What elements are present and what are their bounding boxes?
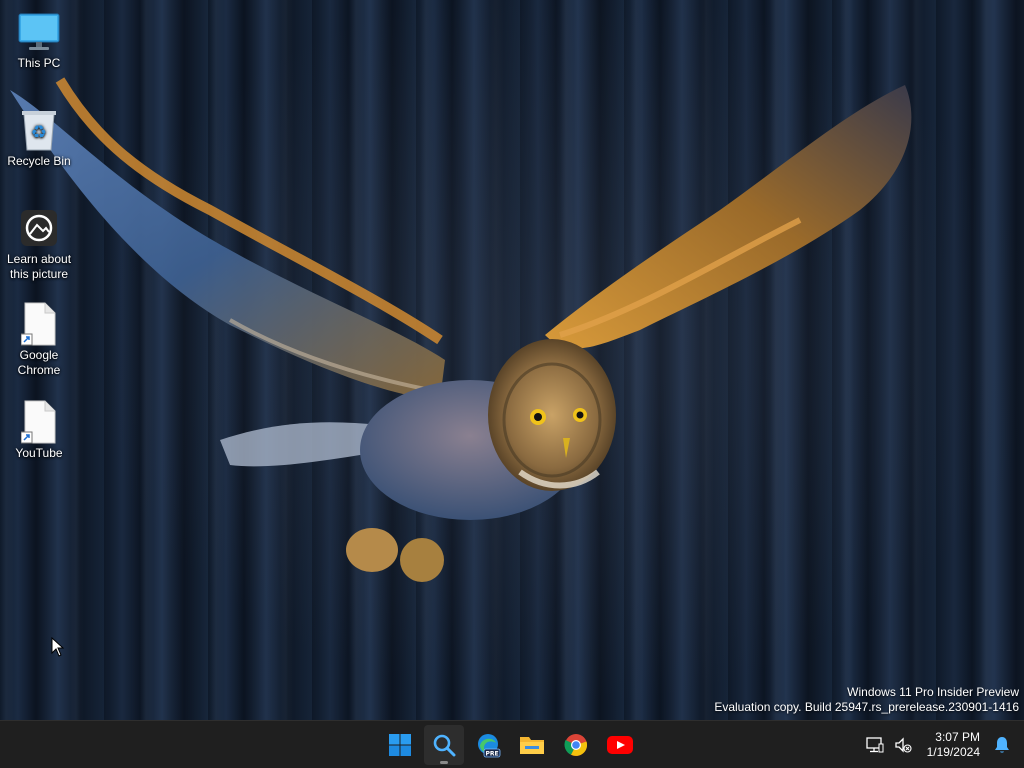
- desktop-icon-learn-about-this-picture[interactable]: Learn about this picture: [4, 206, 74, 282]
- taskbar: PRE 3:07 PM 1/19/2024: [0, 720, 1024, 768]
- chrome-button[interactable]: [556, 725, 596, 765]
- desktop-icon-label: Google Chrome: [17, 348, 61, 377]
- folder-icon: [520, 737, 544, 754]
- svg-text:♻: ♻: [31, 122, 47, 143]
- desktop-icon-label: YouTube: [15, 446, 63, 460]
- desktop-icon-this-pc[interactable]: This PC: [4, 10, 74, 71]
- start-button[interactable]: [380, 725, 420, 765]
- desktop-icon-label: Recycle Bin: [7, 154, 71, 168]
- desktop-icon-recycle-bin[interactable]: ♻ Recycle Bin: [4, 108, 74, 169]
- mouse-cursor-icon: [51, 637, 65, 657]
- desktop-icon-label: This PC: [17, 56, 61, 70]
- desktop[interactable]: This PC ♻ Recycle Bin Learn about this p…: [0, 0, 1024, 768]
- edge-icon: PRE: [478, 734, 501, 758]
- desktop-icon-youtube[interactable]: YouTube: [4, 400, 74, 461]
- system-tray: 3:07 PM 1/19/2024: [861, 721, 1024, 768]
- file-shortcut-icon: [21, 400, 56, 444]
- os-build-watermark: Windows 11 Pro Insider Preview Evaluatio…: [714, 685, 1019, 715]
- network-icon[interactable]: [863, 733, 887, 757]
- search-button[interactable]: [424, 725, 464, 765]
- file-shortcut-icon: [21, 302, 56, 346]
- youtube-icon: [607, 736, 633, 754]
- file-explorer-button[interactable]: [512, 725, 552, 765]
- youtube-button[interactable]: [600, 725, 640, 765]
- notification-bell-icon[interactable]: [990, 733, 1014, 757]
- search-icon: [433, 734, 456, 757]
- watermark-edition: Windows 11 Pro Insider Preview: [847, 685, 1019, 699]
- watermark-build: Evaluation copy. Build 25947.rs_prerelea…: [714, 700, 1019, 714]
- clock-time: 3:07 PM: [935, 730, 980, 744]
- clock[interactable]: 3:07 PM 1/19/2024: [927, 730, 980, 760]
- windows-logo-icon: [389, 734, 411, 756]
- volume-muted-icon[interactable]: [891, 733, 915, 757]
- desktop-icon-google-chrome[interactable]: Google Chrome: [4, 302, 74, 378]
- edge-preview-button[interactable]: PRE: [468, 725, 508, 765]
- recycle-bin-icon: ♻: [22, 111, 56, 151]
- clock-date: 1/19/2024: [926, 745, 980, 759]
- taskbar-apps: PRE: [380, 721, 640, 768]
- wallpaper-owl-image: [10, 77, 912, 582]
- chrome-icon: [564, 734, 588, 756]
- learn-picture-icon: [21, 210, 57, 246]
- edge-pre-badge: PRE: [485, 751, 498, 758]
- desktop-icon-label: Learn about this picture: [6, 252, 72, 281]
- monitor-icon: [18, 13, 60, 50]
